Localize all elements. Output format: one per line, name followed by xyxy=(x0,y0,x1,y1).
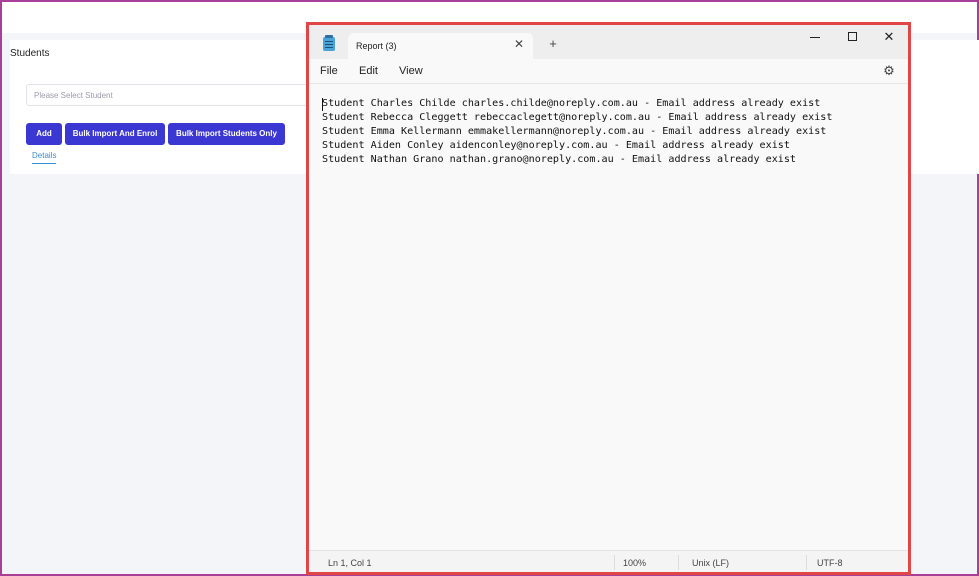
report-line: Student Charles Childe charles.childe@no… xyxy=(322,98,821,109)
plus-icon[interactable]: + xyxy=(546,37,560,51)
bulk-import-students-only-button[interactable]: Bulk Import Students Only xyxy=(168,123,285,145)
notepad-text-area[interactable]: Student Charles Childe charles.childe@no… xyxy=(309,83,908,550)
notepad-status-bar: Ln 1, Col 1 100% Unix (LF) UTF-8 xyxy=(309,550,908,572)
status-divider xyxy=(614,555,615,570)
report-line: Student Aiden Conley aidenconley@noreply… xyxy=(322,140,790,151)
notepad-menu-bar: File Edit View ⚙ xyxy=(309,59,908,83)
minimize-icon xyxy=(810,37,820,38)
student-select[interactable]: Please Select Student xyxy=(26,84,316,106)
menu-file[interactable]: File xyxy=(320,65,338,77)
notepad-window: Report (3) ✕ + ✕ File Edit View ⚙ Studen… xyxy=(306,22,911,575)
close-icon[interactable]: ✕ xyxy=(512,37,526,51)
menu-edit[interactable]: Edit xyxy=(359,65,378,77)
notepad-tab-title: Report (3) xyxy=(356,41,397,51)
status-line-ending[interactable]: Unix (LF) xyxy=(692,558,729,568)
status-cursor-position: Ln 1, Col 1 xyxy=(328,558,372,568)
status-divider xyxy=(806,555,807,570)
status-divider xyxy=(678,555,679,570)
page-title: Students xyxy=(10,48,50,59)
report-line: Student Rebecca Cleggett rebeccaclegett@… xyxy=(322,112,833,123)
add-button[interactable]: Add xyxy=(26,123,62,145)
tab-details[interactable]: Details xyxy=(32,151,57,164)
notepad-title-bar[interactable]: Report (3) ✕ + ✕ xyxy=(309,25,908,59)
gear-icon[interactable]: ⚙ xyxy=(882,64,896,78)
notepad-icon xyxy=(323,35,335,51)
bulk-import-enrol-button[interactable]: Bulk Import And Enrol xyxy=(65,123,165,145)
minimize-button[interactable] xyxy=(805,29,825,45)
notepad-tab[interactable]: Report (3) ✕ xyxy=(348,33,533,59)
status-zoom[interactable]: 100% xyxy=(623,558,646,568)
maximize-button[interactable] xyxy=(842,29,862,45)
report-line: Student Emma Kellermann emmakellermann@n… xyxy=(322,126,827,137)
menu-view[interactable]: View xyxy=(399,65,423,77)
maximize-icon xyxy=(847,32,857,41)
window-close-button[interactable]: ✕ xyxy=(879,29,899,45)
report-line: Student Nathan Grano nathan.grano@norepl… xyxy=(322,154,797,165)
status-encoding[interactable]: UTF-8 xyxy=(817,558,843,568)
